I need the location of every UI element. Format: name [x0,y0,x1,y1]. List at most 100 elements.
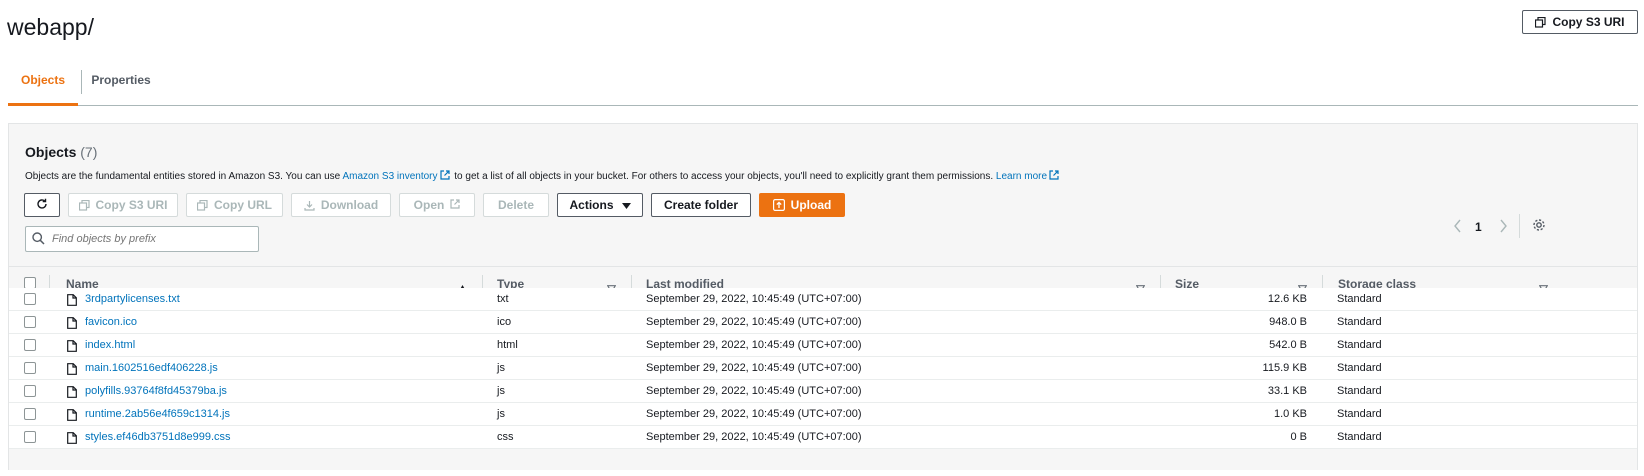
page-title: webapp/ [7,14,94,40]
table-row[interactable]: index.html html September 29, 2022, 10:4… [9,334,1637,357]
object-storage-class: Standard [1337,431,1382,443]
objects-title-text: Objects [25,144,77,160]
object-size: 542.0 B [1269,339,1307,351]
table-row[interactable]: runtime.2ab56e4f659c1314.js js September… [9,403,1637,426]
description-middle: to get a list of all objects in your buc… [451,171,996,182]
description-prefix: Objects are the fundamental entities sto… [25,171,343,182]
objects-description: Objects are the fundamental entities sto… [25,170,1061,182]
objects-count: (7) [80,144,98,160]
file-icon [67,385,77,403]
refresh-button[interactable] [24,193,60,217]
object-size: 12.6 KB [1267,293,1307,305]
object-type: css [497,431,514,443]
open-label: Open [413,198,445,212]
object-storage-class: Standard [1337,339,1382,351]
row-checkbox[interactable] [24,293,36,305]
pager-divider [1519,214,1520,238]
row-checkbox[interactable] [24,339,36,351]
object-last-modified: September 29, 2022, 10:45:49 (UTC+07:00) [646,385,862,397]
copy-url-label: Copy URL [214,198,272,212]
object-size: 33.1 KB [1267,385,1307,397]
row-checkbox[interactable] [24,362,36,374]
object-type: html [497,339,518,351]
actions-label: Actions [569,198,614,212]
file-icon [67,431,77,449]
search-input[interactable] [25,226,259,252]
delete-button[interactable]: Delete [483,193,549,217]
object-name-link[interactable]: 3rdpartylicenses.txt [85,288,180,311]
object-last-modified: September 29, 2022, 10:45:49 (UTC+07:00) [646,293,862,305]
next-page-icon[interactable] [1498,219,1508,238]
file-icon [67,316,77,334]
copy-icon [78,199,90,211]
table-row[interactable]: favicon.ico ico September 29, 2022, 10:4… [9,311,1637,334]
objects-panel: Objects (7) Objects are the fundamental … [8,123,1638,470]
object-name-link[interactable]: runtime.2ab56e4f659c1314.js [85,403,230,426]
upload-button[interactable]: Upload [759,193,845,217]
row-checkbox[interactable] [24,431,36,443]
refresh-icon [36,198,48,213]
object-size: 115.9 KB [1262,362,1307,374]
object-last-modified: September 29, 2022, 10:45:49 (UTC+07:00) [646,431,862,443]
download-button[interactable]: Download [291,193,391,217]
copy-s3-uri-label: Copy S3 URI [95,198,168,212]
table-row[interactable]: styles.ef46db3751d8e999.css css Septembe… [9,426,1637,449]
table-row[interactable]: main.1602516edf406228.js js September 29… [9,357,1637,380]
row-checkbox[interactable] [24,316,36,328]
learn-more-link[interactable]: Learn more [996,171,1047,182]
table-row[interactable]: polyfills.93764f8fd45379ba.js js Septemb… [9,380,1637,403]
object-name-link[interactable]: favicon.ico [85,311,137,334]
copy-s3-uri-label: Copy S3 URI [1552,15,1625,29]
search-icon [32,232,45,250]
copy-icon [1535,16,1547,28]
previous-page-icon[interactable] [1453,219,1463,238]
upload-icon [772,199,785,211]
row-checkbox[interactable] [24,385,36,397]
file-icon [67,293,77,311]
file-icon [67,408,77,426]
actions-dropdown[interactable]: Actions [557,193,643,217]
settings-gear-icon[interactable] [1532,218,1546,237]
object-name-link[interactable]: polyfills.93764f8fd45379ba.js [85,380,227,403]
external-link-icon [450,198,460,212]
tab-divider [81,70,82,94]
object-name-link[interactable]: main.1602516edf406228.js [85,357,218,380]
open-button[interactable]: Open [399,193,475,217]
object-type: js [497,385,505,397]
object-storage-class: Standard [1337,408,1382,420]
row-checkbox[interactable] [24,408,36,420]
object-type: txt [497,293,509,305]
object-size: 0 B [1290,431,1307,443]
upload-label: Upload [790,198,832,212]
delete-label: Delete [497,198,535,212]
object-size: 1.0 KB [1273,408,1307,420]
copy-url-button[interactable]: Copy URL [186,193,283,217]
create-folder-button[interactable]: Create folder [651,193,751,217]
object-last-modified: September 29, 2022, 10:45:49 (UTC+07:00) [646,316,862,328]
tab-properties[interactable]: Properties [86,62,156,106]
caret-down-icon [621,198,631,212]
object-size: 948.0 B [1269,316,1307,328]
object-name-link[interactable]: index.html [85,334,135,357]
file-icon [67,362,77,380]
object-storage-class: Standard [1337,293,1382,305]
external-link-icon [439,170,450,180]
object-type: js [497,362,505,374]
copy-icon [197,199,208,211]
table-row[interactable]: 3rdpartylicenses.txt txt September 29, 2… [9,288,1637,311]
objects-panel-title: Objects (7) [25,144,97,160]
inventory-link[interactable]: Amazon S3 inventory [342,171,437,182]
download-icon [304,200,315,211]
object-last-modified: September 29, 2022, 10:45:49 (UTC+07:00) [646,408,862,420]
tab-objects[interactable]: Objects [8,62,78,106]
tab-bar: Objects Properties [8,62,1638,106]
external-link-icon [1049,170,1059,180]
copy-s3-uri-button[interactable]: Copy S3 URI [68,193,178,217]
object-name-link[interactable]: styles.ef46db3751d8e999.css [85,426,231,449]
object-last-modified: September 29, 2022, 10:45:49 (UTC+07:00) [646,362,862,374]
object-storage-class: Standard [1337,316,1382,328]
copy-s3-uri-button-top[interactable]: Copy S3 URI [1522,10,1638,34]
object-type: ico [497,316,512,328]
current-page-number[interactable]: 1 [1475,220,1482,234]
object-storage-class: Standard [1337,385,1382,397]
